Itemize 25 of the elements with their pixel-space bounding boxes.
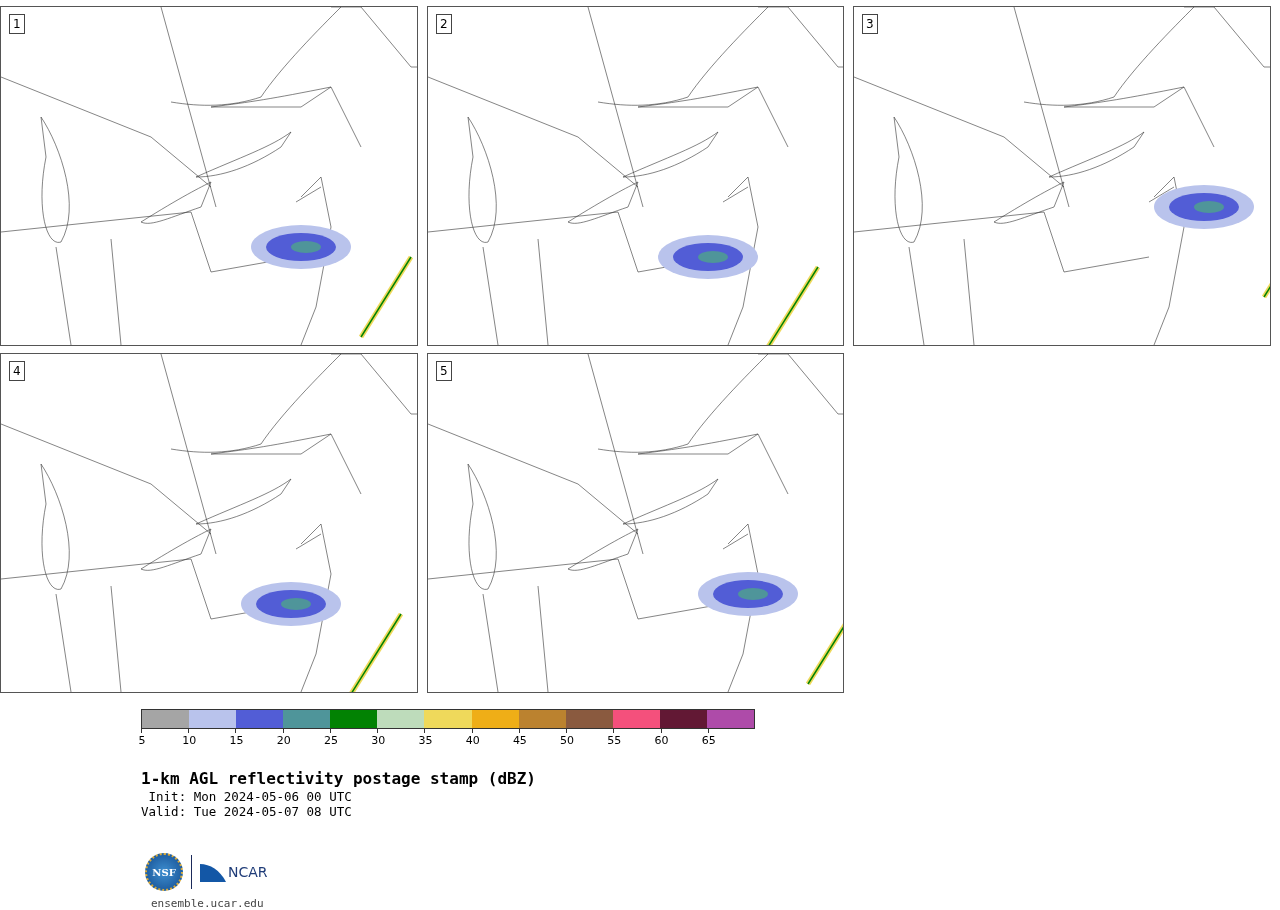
chart-title: 1-km AGL reflectivity postage stamp (dBZ) [141,769,537,789]
seal-logo: NSF [145,853,183,891]
panel-number: 5 [436,361,452,381]
tick-label: 50 [560,734,575,747]
tick-label: 30 [371,734,386,747]
tick-label: 5 [138,734,146,747]
tick-label: 15 [229,734,244,747]
tick-label: 20 [276,734,291,747]
panel-number: 1 [9,14,25,34]
tick-label: 55 [607,734,622,747]
logo-text: NCAR [228,864,268,880]
panel-number: 4 [9,361,25,381]
tick-label: 35 [418,734,433,747]
init-time: Init: Mon 2024-05-06 00 UTC [147,789,353,804]
swoosh-icon [200,862,226,882]
panel-number: 2 [436,14,452,34]
tick-label: 40 [465,734,480,747]
tick-label: 10 [182,734,197,747]
tick-label: 45 [512,734,527,747]
tick-label: 65 [701,734,716,747]
valid-time: Valid: Tue 2024-05-07 08 UTC [141,804,353,819]
panel-number: 3 [862,14,878,34]
tick-label: 25 [323,734,338,747]
site-url: ensemble.ucar.edu [151,897,265,910]
tick-label: 60 [654,734,669,747]
